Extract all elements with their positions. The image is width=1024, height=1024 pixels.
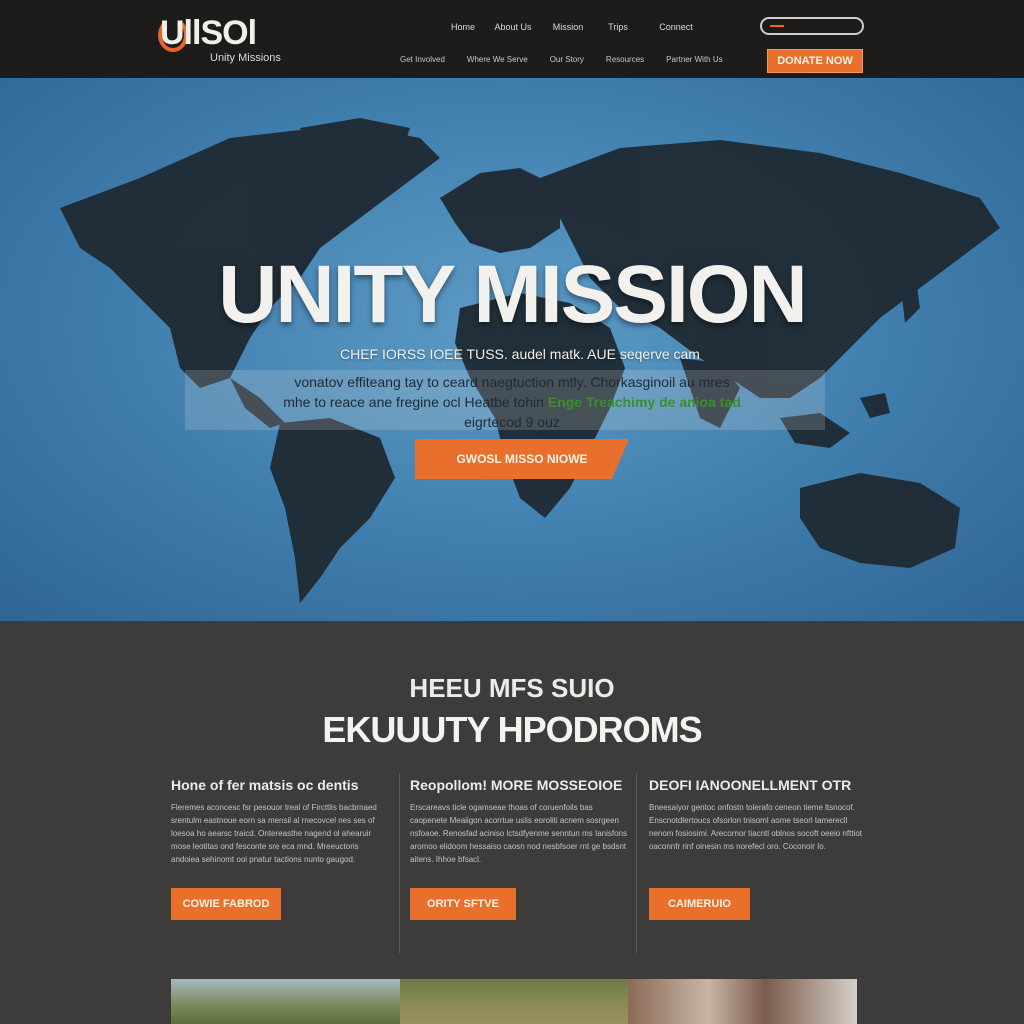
nav-item-connect[interactable]: Connect <box>640 22 712 32</box>
hero-description-line: vonatov effiteang tay to ceard naegtucti… <box>294 374 730 390</box>
nav-item-home[interactable]: Home <box>440 22 486 32</box>
hero-cta-button[interactable]: GWOSL MISSO NIOWE <box>415 439 629 479</box>
program-heading: Reopollom! MORE MOSSEOIOE <box>410 777 623 793</box>
section-title: EKUUUTY HPODROMS <box>322 709 702 750</box>
nav-item-mission[interactable]: Mission <box>540 22 596 32</box>
nav-item-get-involved[interactable]: Get Involved <box>400 55 445 64</box>
hero-subtitle: CHEF IORSS IOEE TUSS. audel matk. AUE se… <box>340 346 700 362</box>
donate-button[interactable]: DONATE NOW <box>767 49 863 73</box>
secondary-nav: Get Involved Where We Serve Our Story Re… <box>400 55 745 64</box>
hero-description-line: mhe to reace ane fregine ocl Heatbe tohi… <box>0 392 1024 412</box>
hero-banner: UNITY MISSION CHEF IORSS IOEE TUSS. aude… <box>0 78 1024 621</box>
program-button[interactable]: COWIE FABROD <box>171 888 281 920</box>
search-icon[interactable] <box>760 17 864 35</box>
section-kicker: HEEU MFS SUIO <box>409 673 615 703</box>
column-divider <box>399 773 400 953</box>
program-heading: DEOFI IANOONELLMENT OTR <box>649 777 852 793</box>
hero-title: UNITY MISSION <box>218 249 808 340</box>
hero-description-line: eigrtecod 9 ouz <box>464 414 560 430</box>
program-column: DEOFI IANOONELLMENT OTR Bneesaiyor gento… <box>649 777 867 920</box>
nav-item-our-story[interactable]: Our Story <box>550 55 584 64</box>
nav-item-resources[interactable]: Resources <box>606 55 644 64</box>
photo-people[interactable] <box>628 979 858 1024</box>
programs-section: HEEU MFS SUIO EKUUUTY HPODROMS Hone of f… <box>0 621 1024 1024</box>
nav-item-partner[interactable]: Partner With Us <box>666 55 722 64</box>
program-column: Hone of fer matsis oc dentis Fleremes ac… <box>171 777 389 920</box>
logo-tagline: Unity Missions <box>210 52 281 64</box>
hero-highlight-text: Enge Treachimy de anioa tad <box>547 394 741 410</box>
hero-description-text: mhe to reace ane fregine ocl Heatbe tohi… <box>283 394 548 410</box>
photo-field[interactable] <box>399 979 629 1024</box>
program-column: Reopollom! MORE MOSSEOIOE Erscareavs tic… <box>410 777 628 920</box>
program-body: Bneesaiyor gentoc onfostn tolerafo ceneo… <box>649 803 862 851</box>
program-button[interactable]: CAIMERUIO <box>649 888 750 920</box>
primary-nav: Home About Us Mission Trips Connect <box>440 22 712 32</box>
column-divider <box>636 773 637 953</box>
site-logo[interactable]: UllSOl Unity Missions <box>158 14 320 66</box>
program-body: Erscareavs ticle ogamseae thoas of corue… <box>410 803 628 864</box>
site-header: UllSOl Unity Missions Home About Us Miss… <box>0 0 1024 78</box>
nav-item-about[interactable]: About Us <box>486 22 540 32</box>
photo-strip <box>171 979 858 1024</box>
photo-landscape[interactable] <box>171 979 400 1024</box>
program-button[interactable]: ORITY SFTVE <box>410 888 516 920</box>
program-heading: Hone of fer matsis oc dentis <box>171 777 359 793</box>
logo-text: UllSOl <box>160 14 257 52</box>
nav-item-where-we-serve[interactable]: Where We Serve <box>467 55 528 64</box>
hero-description: vonatov effiteang tay to ceard naegtucti… <box>0 372 1024 432</box>
nav-item-trips[interactable]: Trips <box>596 22 640 32</box>
program-body: Fleremes aconcesc fsr pesouor treal of F… <box>171 803 377 864</box>
